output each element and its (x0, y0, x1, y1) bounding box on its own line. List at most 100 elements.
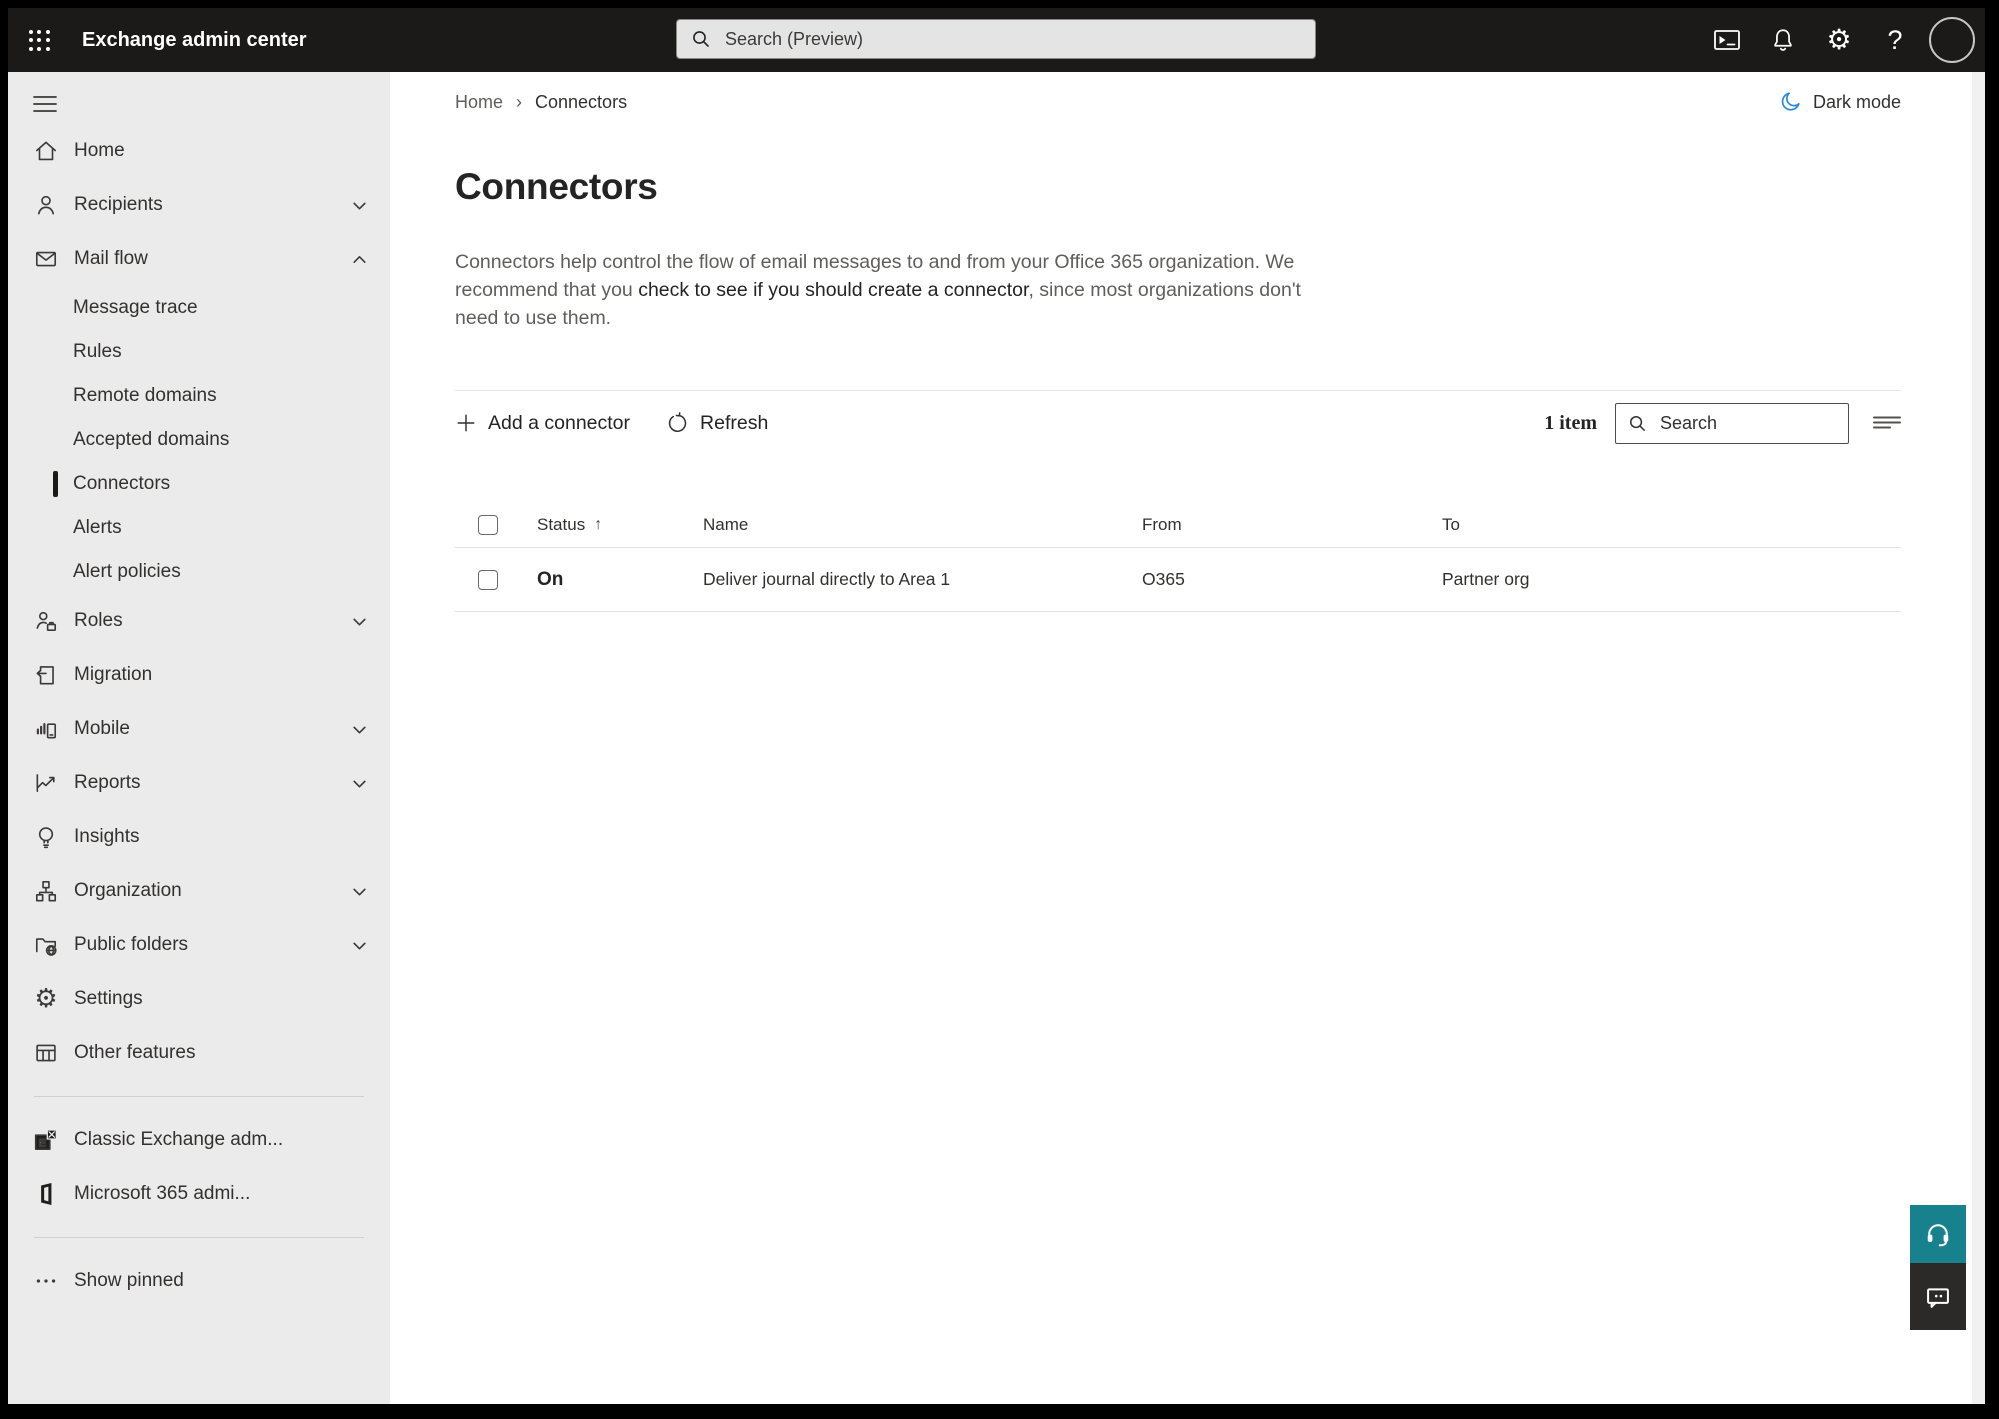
sidebar-item-rules[interactable]: Rules (8, 330, 390, 374)
app-window: Exchange admin center Search (Preview) ⚙… (8, 8, 1985, 1404)
sidebar-item-alerts[interactable]: Alerts (8, 506, 390, 550)
add-connector-button[interactable]: Add a connector (455, 412, 630, 435)
sidebar-item-accepted-domains[interactable]: Accepted domains (8, 418, 390, 462)
person-icon (33, 192, 59, 218)
description-link[interactable]: check to see if you should create a conn… (638, 279, 1028, 301)
chevron-down-icon (351, 937, 368, 954)
waffle-icon (28, 29, 50, 51)
mail-icon (33, 246, 59, 272)
sidebar-item-recipients[interactable]: Recipients (8, 178, 390, 232)
plus-icon (457, 414, 475, 432)
sidebar-item-label: Public folders (74, 934, 189, 955)
breadcrumb: Home › Connectors (455, 92, 627, 113)
filter-button[interactable] (1873, 413, 1901, 433)
sidebar-item-label: Microsoft 365 admi... (74, 1183, 251, 1204)
sidebar-item-home[interactable]: Home (8, 124, 390, 178)
column-header-name[interactable]: Name (703, 515, 1142, 535)
column-header-to[interactable]: To (1442, 515, 1901, 535)
app-launcher-button[interactable] (8, 8, 70, 72)
sidebar-item-reports[interactable]: Reports (8, 756, 390, 810)
sidebar-item-label: Alerts (73, 517, 122, 538)
search-icon (693, 31, 709, 47)
sidebar-item-microsoft-365[interactable]: Microsoft 365 admi... (8, 1167, 390, 1221)
topbar-actions: ⚙ ? (1699, 8, 1975, 72)
refresh-button[interactable]: Refresh (666, 412, 768, 435)
support-button[interactable] (1910, 1205, 1966, 1263)
sidebar-item-classic-exchange[interactable]: E Classic Exchange adm... (8, 1113, 390, 1167)
table-grid-icon (33, 1040, 59, 1066)
svg-text:E: E (39, 1137, 47, 1149)
global-search-box[interactable] (676, 19, 1316, 59)
list-search-input[interactable] (1658, 411, 1836, 435)
column-header-from[interactable]: From (1142, 515, 1442, 535)
item-count: 1 item (1544, 411, 1597, 434)
page-title: Connectors (455, 166, 658, 207)
sidebar-item-insights[interactable]: Insights (8, 810, 390, 864)
gear-icon: ⚙ (34, 984, 58, 1014)
scrollbar-track[interactable] (1972, 72, 1985, 1404)
selected-indicator (53, 471, 58, 497)
feedback-button[interactable] (1910, 1263, 1966, 1330)
account-avatar[interactable] (1929, 17, 1975, 63)
org-chart-icon (33, 878, 59, 904)
filter-lines-icon (1873, 416, 1901, 429)
sidebar-item-organization[interactable]: Organization (8, 864, 390, 918)
sidebar-item-mobile[interactable]: Mobile (8, 702, 390, 756)
select-all-checkbox[interactable] (478, 514, 498, 535)
sidebar-item-label: Insights (74, 826, 140, 847)
sidebar-item-label: Connectors (73, 473, 171, 494)
sidebar-item-settings[interactable]: ⚙ Settings (8, 972, 390, 1026)
sidebar-item-label: Mail flow (74, 248, 148, 269)
sidebar-item-remote-domains[interactable]: Remote domains (8, 374, 390, 418)
side-navigation: Home Recipients Mail flow Message trace … (8, 72, 390, 1404)
column-label: Status (537, 514, 586, 534)
sidebar-item-alert-policies[interactable]: Alert policies (8, 550, 390, 594)
sidebar-divider (34, 1237, 364, 1238)
sidebar-item-mail-flow[interactable]: Mail flow (8, 232, 390, 286)
sidebar-item-roles[interactable]: Roles (8, 594, 390, 648)
sidebar-item-public-folders[interactable]: Public folders (8, 918, 390, 972)
list-search-box[interactable] (1615, 402, 1849, 444)
collapse-nav-button[interactable] (8, 84, 390, 124)
breadcrumb-home-link[interactable]: Home (455, 92, 503, 113)
sidebar-item-label: Message trace (73, 297, 198, 318)
feedback-bubble-icon (1927, 1287, 1949, 1308)
lightbulb-icon (33, 824, 59, 850)
mobile-stats-icon (33, 716, 59, 742)
row-name[interactable]: Deliver journal directly to Area 1 (703, 569, 1142, 590)
sidebar-item-migration[interactable]: Migration (8, 648, 390, 702)
column-header-status[interactable]: Status ↑ (537, 515, 703, 535)
help-button[interactable]: ? (1867, 8, 1923, 72)
app-title: Exchange admin center (82, 28, 307, 51)
sidebar-item-label: Accepted domains (73, 429, 230, 450)
sidebar-item-label: Settings (74, 988, 143, 1009)
sort-ascending-icon: ↑ (594, 515, 603, 533)
sidebar-item-show-pinned[interactable]: Show pinned (8, 1254, 390, 1308)
cloud-shell-button[interactable] (1699, 8, 1755, 72)
sidebar-item-message-trace[interactable]: Message trace (8, 286, 390, 330)
row-to: Partner org (1442, 569, 1530, 589)
breadcrumb-current: Connectors (535, 91, 628, 112)
top-bar: Exchange admin center Search (Preview) ⚙… (8, 8, 1985, 72)
sidebar-item-connectors[interactable]: Connectors (8, 462, 390, 506)
home-icon (33, 138, 59, 164)
dark-mode-toggle[interactable]: Dark mode (1779, 90, 1901, 114)
notifications-button[interactable] (1755, 8, 1811, 72)
sidebar-item-label: Mobile (74, 718, 130, 739)
main-content: Home › Connectors Dark mode Connectors C… (390, 72, 1985, 1404)
sidebar-item-label: Roles (74, 610, 123, 631)
row-checkbox[interactable] (478, 569, 498, 590)
table-row[interactable]: On Deliver journal directly to Area 1 O3… (455, 548, 1901, 612)
search-icon (1629, 415, 1645, 431)
page-description: Connectors help control the flow of emai… (455, 248, 1303, 332)
floating-action-buttons (1910, 1205, 1966, 1330)
sidebar-item-label: Show pinned (74, 1270, 184, 1291)
global-search-input[interactable] (723, 27, 1301, 51)
moon-icon (1781, 92, 1800, 111)
sidebar-item-label: Classic Exchange adm... (74, 1129, 284, 1150)
roles-icon (33, 608, 59, 634)
sidebar-item-other-features[interactable]: Other features (8, 1026, 390, 1080)
chevron-up-icon (351, 251, 368, 268)
settings-button[interactable]: ⚙ (1811, 8, 1867, 72)
table-header-row: Status ↑ Name From To (455, 502, 1901, 548)
